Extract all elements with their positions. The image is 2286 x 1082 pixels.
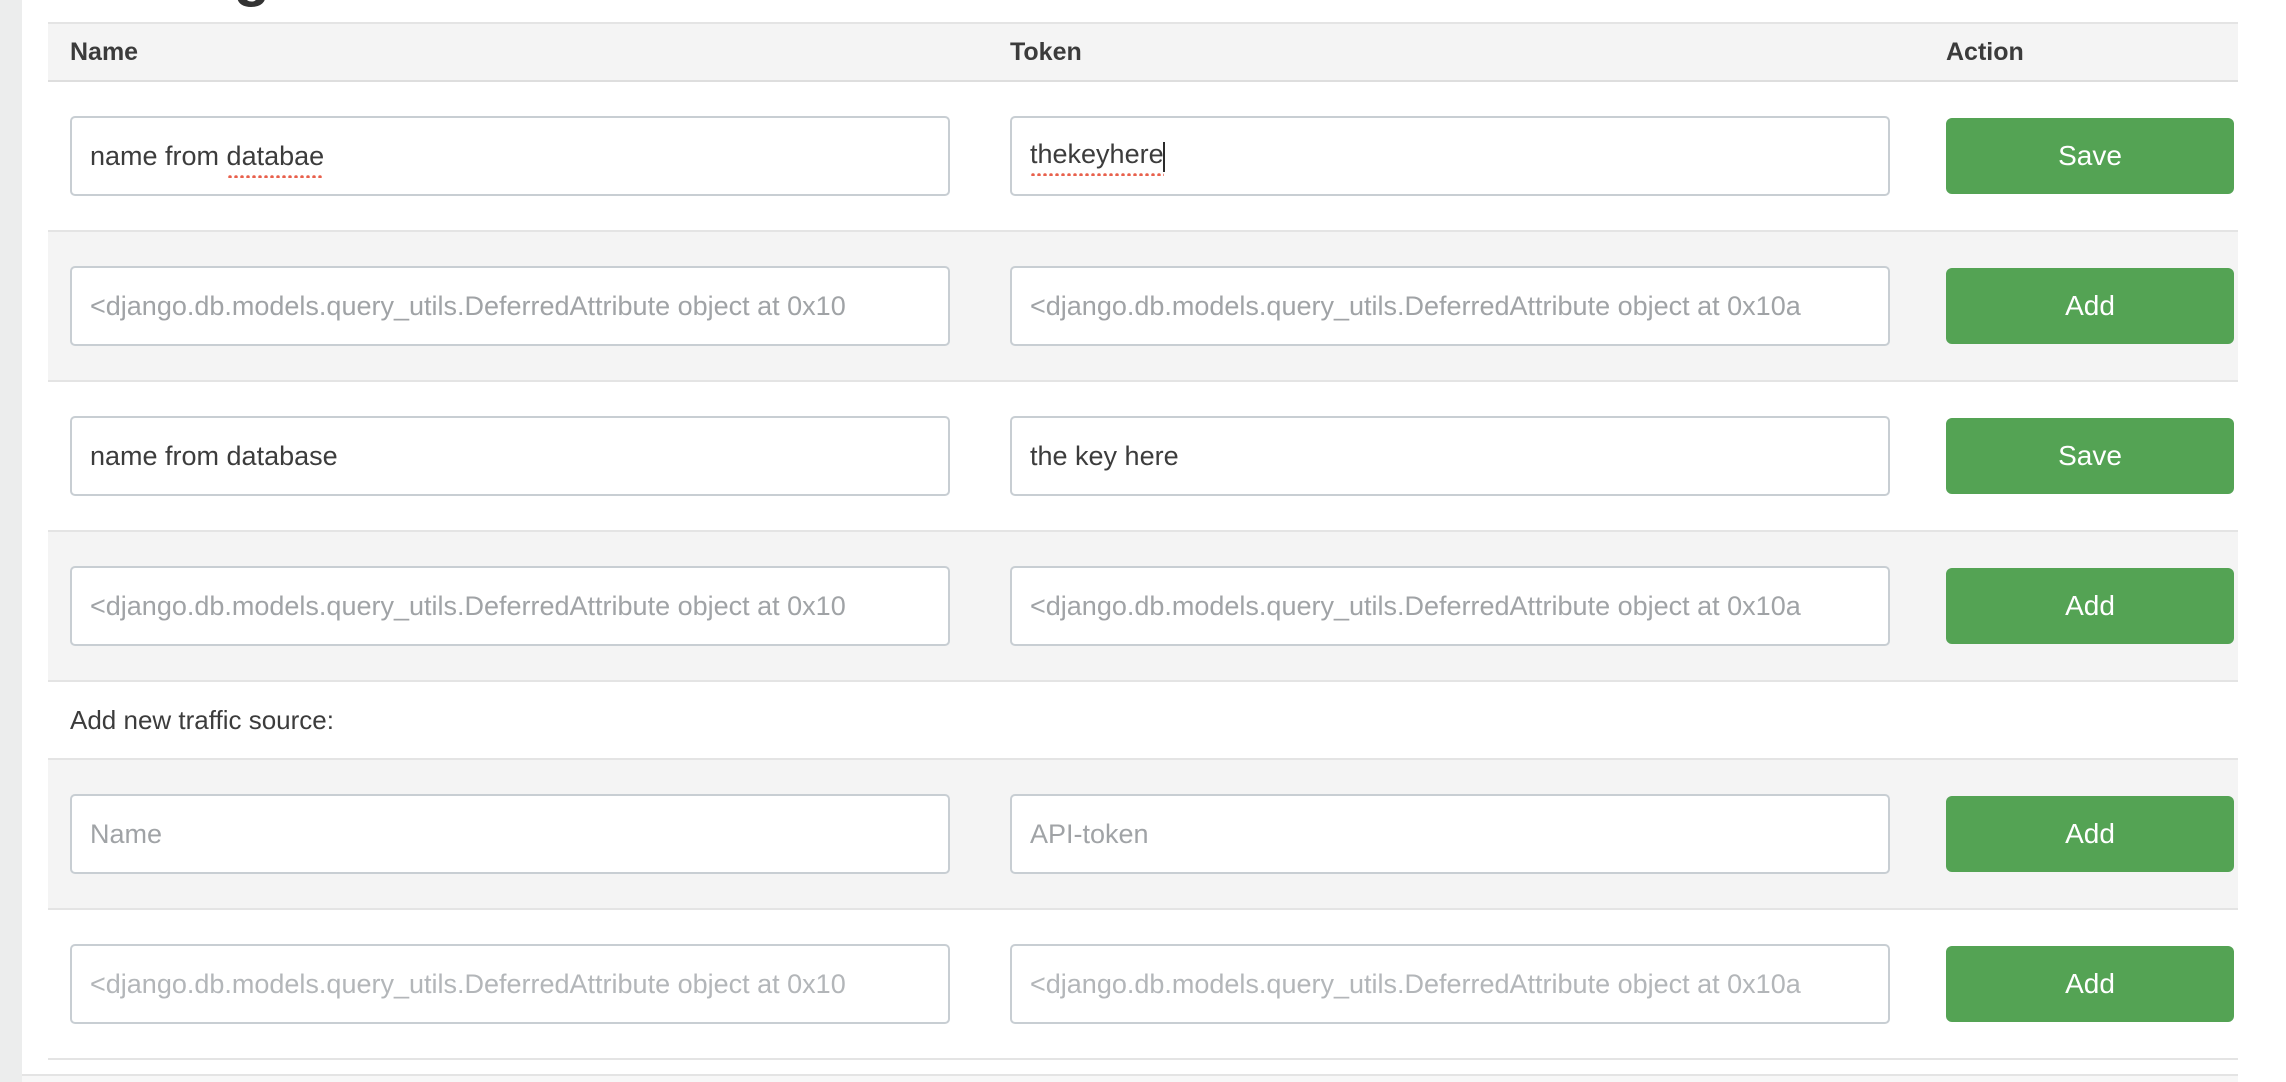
new-token-input-placeholder: <django.db.models.query_utils.DeferredAt… (1030, 968, 1801, 999)
page-title: Settings (70, 0, 303, 4)
token-input-placeholder: <django.db.models.query_utils.DeferredAt… (1030, 290, 1801, 321)
column-header-action: Action (1946, 37, 2024, 66)
token-input[interactable]: <django.db.models.query_utils.DeferredAt… (1010, 266, 1890, 346)
name-cell: Name (48, 794, 988, 874)
token-input-value: the key here (1030, 440, 1179, 471)
new-name-input[interactable]: <django.db.models.query_utils.DeferredAt… (70, 944, 950, 1024)
new-name-input[interactable]: Name (70, 794, 950, 874)
name-input[interactable]: <django.db.models.query_utils.DeferredAt… (70, 566, 950, 646)
name-cell: name from database (48, 416, 988, 496)
name-input[interactable]: name from databae (70, 116, 950, 196)
add-new-traffic-source-label-row: Add new traffic source: (48, 682, 2238, 760)
table-row: name from databae thekeyhere Save (48, 82, 2238, 232)
action-cell: Save (1928, 418, 2238, 494)
add-button[interactable]: Add (1946, 946, 2234, 1022)
save-button[interactable]: Save (1946, 418, 2234, 494)
add-new-traffic-source-label: Add new traffic source: (70, 705, 334, 735)
token-cell: <django.db.models.query_utils.DeferredAt… (988, 566, 1928, 646)
name-cell: <django.db.models.query_utils.DeferredAt… (48, 566, 988, 646)
token-input[interactable]: the key here (1010, 416, 1890, 496)
save-button[interactable]: Save (1946, 118, 2234, 194)
new-token-input[interactable]: API-token (1010, 794, 1890, 874)
column-header-action-cell: Action (1928, 37, 2238, 66)
add-new-row: Name API-token Add (48, 760, 2238, 910)
name-cell: <django.db.models.query_utils.DeferredAt… (48, 944, 988, 1024)
token-cell: the key here (988, 416, 1928, 496)
name-cell: name from databae (48, 116, 988, 196)
page-root: Settings Name Token Action name from dat… (0, 0, 2286, 1082)
left-gutter (0, 0, 22, 1082)
name-input[interactable]: <django.db.models.query_utils.DeferredAt… (70, 266, 950, 346)
token-input[interactable]: <django.db.models.query_utils.DeferredAt… (1010, 566, 1890, 646)
token-cell: thekeyhere (988, 116, 1928, 196)
bottom-strip (22, 1074, 2238, 1082)
column-header-token: Token (1010, 37, 1082, 66)
action-cell: Add (1928, 796, 2238, 872)
token-input-placeholder: <django.db.models.query_utils.DeferredAt… (1030, 590, 1801, 621)
new-name-input-placeholder: Name (90, 818, 163, 849)
name-input-value: name from databae (90, 140, 325, 178)
column-header-name: Name (70, 37, 139, 66)
action-cell: Add (1928, 568, 2238, 644)
token-input[interactable]: thekeyhere (1010, 116, 1890, 196)
name-cell: <django.db.models.query_utils.DeferredAt… (48, 266, 988, 346)
column-header-name-cell: Name (48, 37, 988, 66)
content-container: Settings Name Token Action name from dat… (22, 0, 2238, 1082)
table-row: <django.db.models.query_utils.DeferredAt… (48, 232, 2238, 382)
token-cell: API-token (988, 794, 1928, 874)
token-cell: <django.db.models.query_utils.DeferredAt… (988, 266, 1928, 346)
new-name-input-placeholder: <django.db.models.query_utils.DeferredAt… (90, 968, 846, 999)
table-row: <django.db.models.query_utils.DeferredAt… (48, 532, 2238, 682)
spellcheck-word: thekeyhere (1030, 139, 1164, 177)
action-cell: Add (1928, 268, 2238, 344)
name-input-placeholder: <django.db.models.query_utils.DeferredAt… (90, 590, 846, 621)
spellcheck-word: databae (226, 140, 325, 178)
name-input-value: name from database (90, 440, 338, 471)
add-button[interactable]: Add (1946, 568, 2234, 644)
action-cell: Save (1928, 118, 2238, 194)
add-button[interactable]: Add (1946, 268, 2234, 344)
action-cell: Add (1928, 946, 2238, 1022)
name-input-placeholder: <django.db.models.query_utils.DeferredAt… (90, 290, 846, 321)
column-header-token-cell: Token (988, 37, 1928, 66)
table-row: name from database the key here Save (48, 382, 2238, 532)
new-token-input-placeholder: API-token (1030, 818, 1149, 849)
add-button[interactable]: Add (1946, 796, 2234, 872)
token-input-value: thekeyhere (1030, 139, 1165, 177)
text-caret (1162, 142, 1165, 172)
traffic-sources-table: Name Token Action name from databae thek… (48, 22, 2238, 1060)
name-input[interactable]: name from database (70, 416, 950, 496)
token-cell: <django.db.models.query_utils.DeferredAt… (988, 944, 1928, 1024)
add-new-row: <django.db.models.query_utils.DeferredAt… (48, 910, 2238, 1060)
table-header-row: Name Token Action (48, 22, 2238, 82)
new-token-input[interactable]: <django.db.models.query_utils.DeferredAt… (1010, 944, 1890, 1024)
